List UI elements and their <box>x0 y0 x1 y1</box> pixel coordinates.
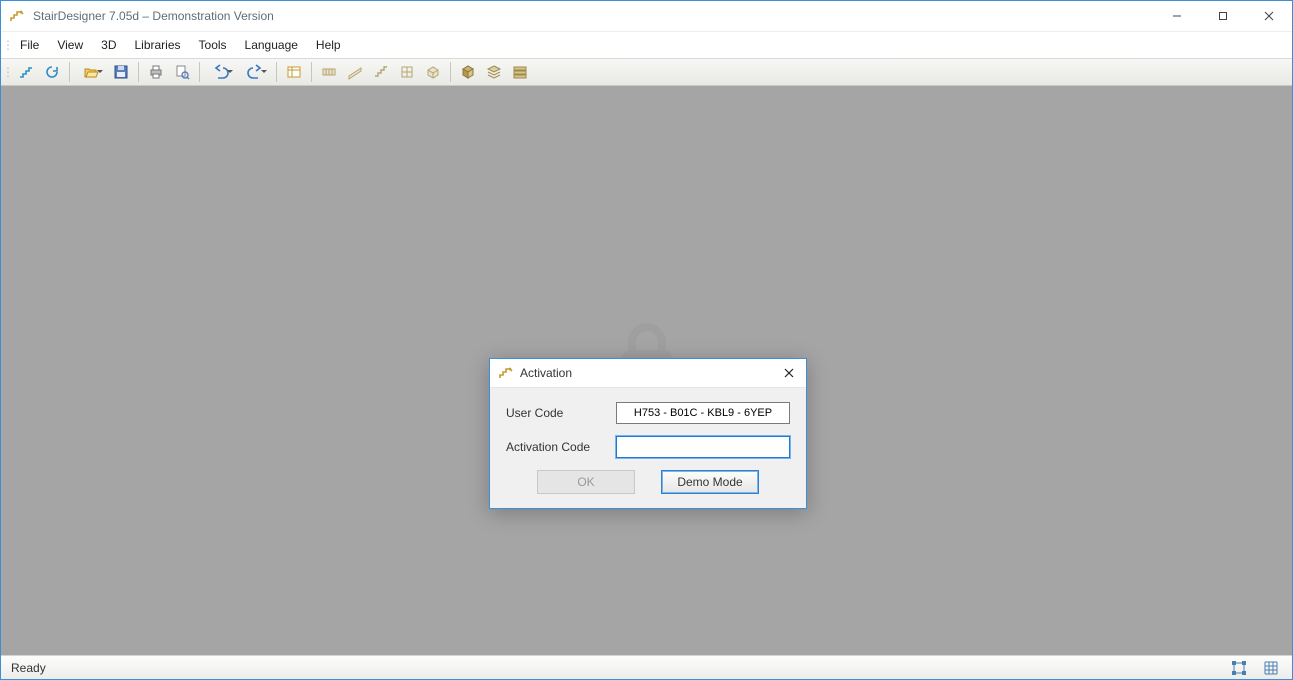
titlebar: StairDesigner 7.05d – Demonstration Vers… <box>1 1 1292 32</box>
app-logo-icon <box>9 8 25 24</box>
dialog-titlebar[interactable]: Activation <box>490 359 806 388</box>
section-top-icon[interactable] <box>317 60 341 84</box>
toolbar-separator <box>69 62 70 82</box>
menu-libraries[interactable]: Libraries <box>125 34 189 56</box>
ok-button[interactable]: OK <box>537 470 635 494</box>
toolbar-separator <box>450 62 451 82</box>
maximize-button[interactable] <box>1200 1 1246 31</box>
view-3d-icon[interactable] <box>456 60 480 84</box>
close-button[interactable] <box>1246 1 1292 31</box>
dialog-body: User Code Activation Code OK Demo Mode <box>490 388 806 508</box>
menu-view[interactable]: View <box>48 34 92 56</box>
menu-language[interactable]: Language <box>236 34 307 56</box>
activation-code-label: Activation Code <box>506 440 616 454</box>
refresh-icon[interactable] <box>40 60 64 84</box>
options-icon[interactable] <box>508 60 532 84</box>
workspace-canvas[interactable]: anxz.com Activation User Code Activatio <box>1 86 1292 655</box>
minimize-button[interactable] <box>1154 1 1200 31</box>
window-title: StairDesigner 7.05d – Demonstration Vers… <box>31 9 1154 23</box>
print-icon[interactable] <box>144 60 168 84</box>
dialog-app-icon <box>498 365 514 381</box>
menu-help[interactable]: Help <box>307 34 350 56</box>
section-plan-icon[interactable] <box>395 60 419 84</box>
toolbar: ⋮ <box>1 59 1292 86</box>
toolbar-grip-icon[interactable]: ⋮ <box>5 65 11 79</box>
dialog-title: Activation <box>520 366 772 380</box>
open-icon[interactable] <box>75 60 107 84</box>
menu-file[interactable]: File <box>11 34 48 56</box>
app-window: StairDesigner 7.05d – Demonstration Vers… <box>0 0 1293 680</box>
redo-icon[interactable] <box>239 60 271 84</box>
layers-icon[interactable] <box>482 60 506 84</box>
status-text: Ready <box>1 661 1218 675</box>
undo-icon[interactable] <box>205 60 237 84</box>
section-side-icon[interactable] <box>343 60 367 84</box>
menubar: ⋮ File View 3D Libraries Tools Language … <box>1 32 1292 59</box>
toolbar-separator <box>276 62 277 82</box>
print-preview-icon[interactable] <box>170 60 194 84</box>
toolbar-separator <box>199 62 200 82</box>
user-code-label: User Code <box>506 406 616 420</box>
window-controls <box>1154 1 1292 31</box>
menu-3d[interactable]: 3D <box>92 34 125 56</box>
section-iso-icon[interactable] <box>421 60 445 84</box>
dialog-close-button[interactable] <box>772 359 806 387</box>
toolbar-separator <box>138 62 139 82</box>
toolbar-separator <box>311 62 312 82</box>
activation-dialog: Activation User Code Activation Code OK … <box>489 358 807 509</box>
demo-mode-button[interactable]: Demo Mode <box>661 470 759 494</box>
section-3d-icon[interactable] <box>369 60 393 84</box>
properties-icon[interactable] <box>282 60 306 84</box>
status-snap-icon[interactable] <box>1230 659 1248 677</box>
stair-new-icon[interactable] <box>14 60 38 84</box>
save-icon[interactable] <box>109 60 133 84</box>
status-grid-icon[interactable] <box>1262 659 1280 677</box>
activation-code-field[interactable] <box>616 436 790 458</box>
user-code-field[interactable] <box>616 402 790 424</box>
statusbar: Ready <box>1 655 1292 679</box>
menu-tools[interactable]: Tools <box>190 34 236 56</box>
